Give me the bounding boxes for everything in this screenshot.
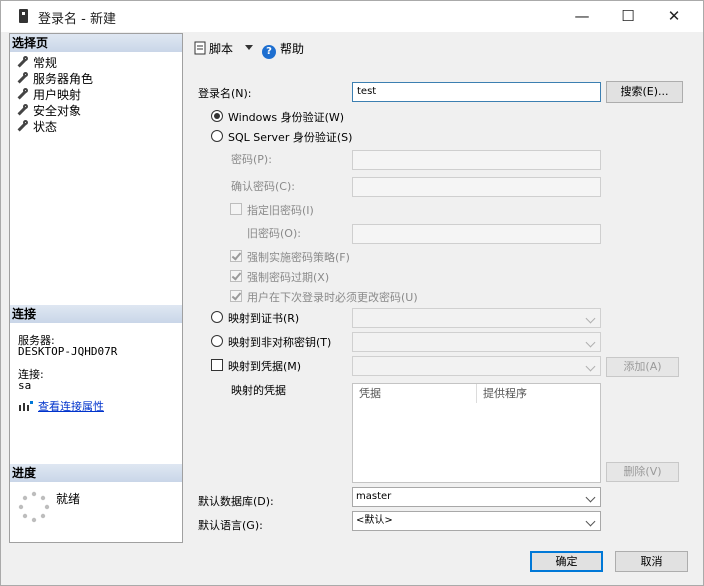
- view-props-link-label: 查看连接属性: [38, 400, 104, 413]
- page-item-securables[interactable]: 安全对象: [16, 103, 81, 119]
- sql-auth-radio[interactable]: [211, 130, 223, 142]
- add-credential-button[interactable]: 添加(A): [606, 357, 679, 377]
- general-page-content: 登录名(N): test 搜索(E)... Windows 身份验证(W) SQ…: [187, 67, 695, 543]
- progress-spinner-icon: [18, 491, 50, 523]
- map-asymmetric-key-label: 映射到非对称密钥(T): [228, 336, 332, 349]
- app-icon: [19, 9, 28, 23]
- wrench-icon: [16, 104, 28, 116]
- default-database-select[interactable]: master: [352, 487, 601, 507]
- view-connection-properties-link[interactable]: 查看连接属性: [18, 398, 104, 414]
- chevron-down-icon: [585, 516, 596, 527]
- map-credential-label: 映射到凭据(M): [228, 360, 302, 373]
- select-page-header: 选择页: [10, 34, 182, 52]
- page-item-server-roles[interactable]: 服务器角色: [16, 71, 93, 87]
- script-button[interactable]: 脚本: [194, 41, 233, 59]
- maximize-button[interactable]: ☐: [605, 1, 651, 31]
- map-credential-checkbox[interactable]: [211, 359, 223, 371]
- help-label: 帮助: [280, 42, 305, 56]
- chevron-down-icon: [585, 313, 596, 324]
- old-password-input[interactable]: [352, 224, 601, 244]
- specify-old-password-checkbox[interactable]: [230, 203, 242, 215]
- sql-auth-label: SQL Server 身份验证(S): [228, 131, 353, 144]
- toolbar: 脚本 ? 帮助: [184, 33, 696, 65]
- grid-header-credential[interactable]: 凭据: [353, 384, 477, 403]
- map-asymmetric-key-radio[interactable]: [211, 335, 223, 347]
- page-item-label: 常规: [33, 56, 58, 70]
- wrench-icon: [16, 72, 28, 84]
- credential-select[interactable]: [352, 356, 601, 376]
- default-database-value: master: [356, 491, 392, 502]
- default-language-label: 默认语言(G):: [198, 519, 263, 532]
- title-bar: 登录名 - 新建 — ☐ ✕: [1, 1, 703, 32]
- left-panel: 选择页 常规 服务器角色 用户映射 安全对象 状态 连接 服务器: DESKTO…: [9, 33, 183, 543]
- asymmetric-key-select[interactable]: [352, 332, 601, 352]
- remove-credential-button[interactable]: 删除(V): [606, 462, 679, 482]
- windows-auth-label: Windows 身份验证(W): [228, 111, 345, 124]
- default-language-value: <默认>: [356, 515, 393, 526]
- progress-header: 进度: [10, 464, 182, 482]
- page-item-label: 安全对象: [33, 104, 82, 118]
- map-certificate-label: 映射到证书(R): [228, 312, 300, 325]
- confirm-password-input[interactable]: [352, 177, 601, 197]
- chevron-down-icon: [585, 361, 596, 372]
- specify-old-password-label: 指定旧密码(I): [247, 204, 314, 217]
- enforce-policy-checkbox[interactable]: [230, 250, 242, 262]
- page-item-label: 用户映射: [33, 88, 82, 102]
- grid-header-provider[interactable]: 提供程序: [477, 384, 600, 403]
- page-item-label: 状态: [33, 120, 58, 134]
- wrench-icon: [16, 88, 28, 100]
- must-change-checkbox[interactable]: [230, 290, 242, 302]
- help-button[interactable]: ? 帮助: [262, 41, 304, 59]
- chevron-down-icon: [585, 492, 596, 503]
- mapped-credentials-grid[interactable]: 凭据 提供程序: [352, 383, 601, 483]
- script-icon: [194, 41, 206, 55]
- certificate-select[interactable]: [352, 308, 601, 328]
- enforce-expiration-label: 强制密码过期(X): [247, 271, 330, 284]
- cancel-button[interactable]: 取消: [615, 551, 688, 572]
- mapped-credentials-label: 映射的凭据: [231, 384, 286, 397]
- default-language-select[interactable]: <默认>: [352, 511, 601, 531]
- minimize-button[interactable]: —: [559, 1, 605, 31]
- map-certificate-radio[interactable]: [211, 311, 223, 323]
- connection-value: sa: [18, 379, 32, 392]
- confirm-password-label: 确认密码(C):: [231, 180, 295, 193]
- enforce-expiration-checkbox[interactable]: [230, 270, 242, 282]
- script-label: 脚本: [209, 42, 234, 56]
- windows-auth-radio[interactable]: [211, 110, 223, 122]
- enforce-policy-label: 强制实施密码策略(F): [247, 251, 350, 264]
- wrench-icon: [16, 120, 28, 132]
- server-value: DESKTOP-JQHD07R: [18, 345, 118, 358]
- chevron-down-icon: [585, 337, 596, 348]
- help-icon: ?: [262, 45, 276, 59]
- close-button[interactable]: ✕: [651, 1, 697, 31]
- page-item-label: 服务器角色: [33, 72, 94, 86]
- login-new-dialog: 登录名 - 新建 — ☐ ✕ 选择页 常规 服务器角色 用户映射 安全对象 状态…: [0, 0, 704, 586]
- window-title: 登录名 - 新建: [38, 12, 116, 27]
- default-database-label: 默认数据库(D):: [198, 495, 274, 508]
- login-name-label: 登录名(N):: [198, 87, 252, 100]
- must-change-label: 用户在下次登录时必须更改密码(U): [247, 291, 418, 304]
- connection-properties-icon: [19, 401, 33, 411]
- progress-status: 就绪: [56, 492, 81, 506]
- page-item-status[interactable]: 状态: [16, 119, 57, 135]
- password-input[interactable]: [352, 150, 601, 170]
- connection-header: 连接: [10, 305, 182, 323]
- login-name-input[interactable]: test: [352, 82, 601, 102]
- wrench-icon: [16, 56, 28, 68]
- page-item-user-mapping[interactable]: 用户映射: [16, 87, 81, 103]
- old-password-label: 旧密码(O):: [247, 227, 301, 240]
- password-label: 密码(P):: [231, 153, 272, 166]
- page-item-general[interactable]: 常规: [16, 55, 57, 71]
- search-button[interactable]: 搜索(E)...: [606, 81, 683, 103]
- script-dropdown-icon[interactable]: [245, 45, 253, 50]
- ok-button[interactable]: 确定: [530, 551, 603, 572]
